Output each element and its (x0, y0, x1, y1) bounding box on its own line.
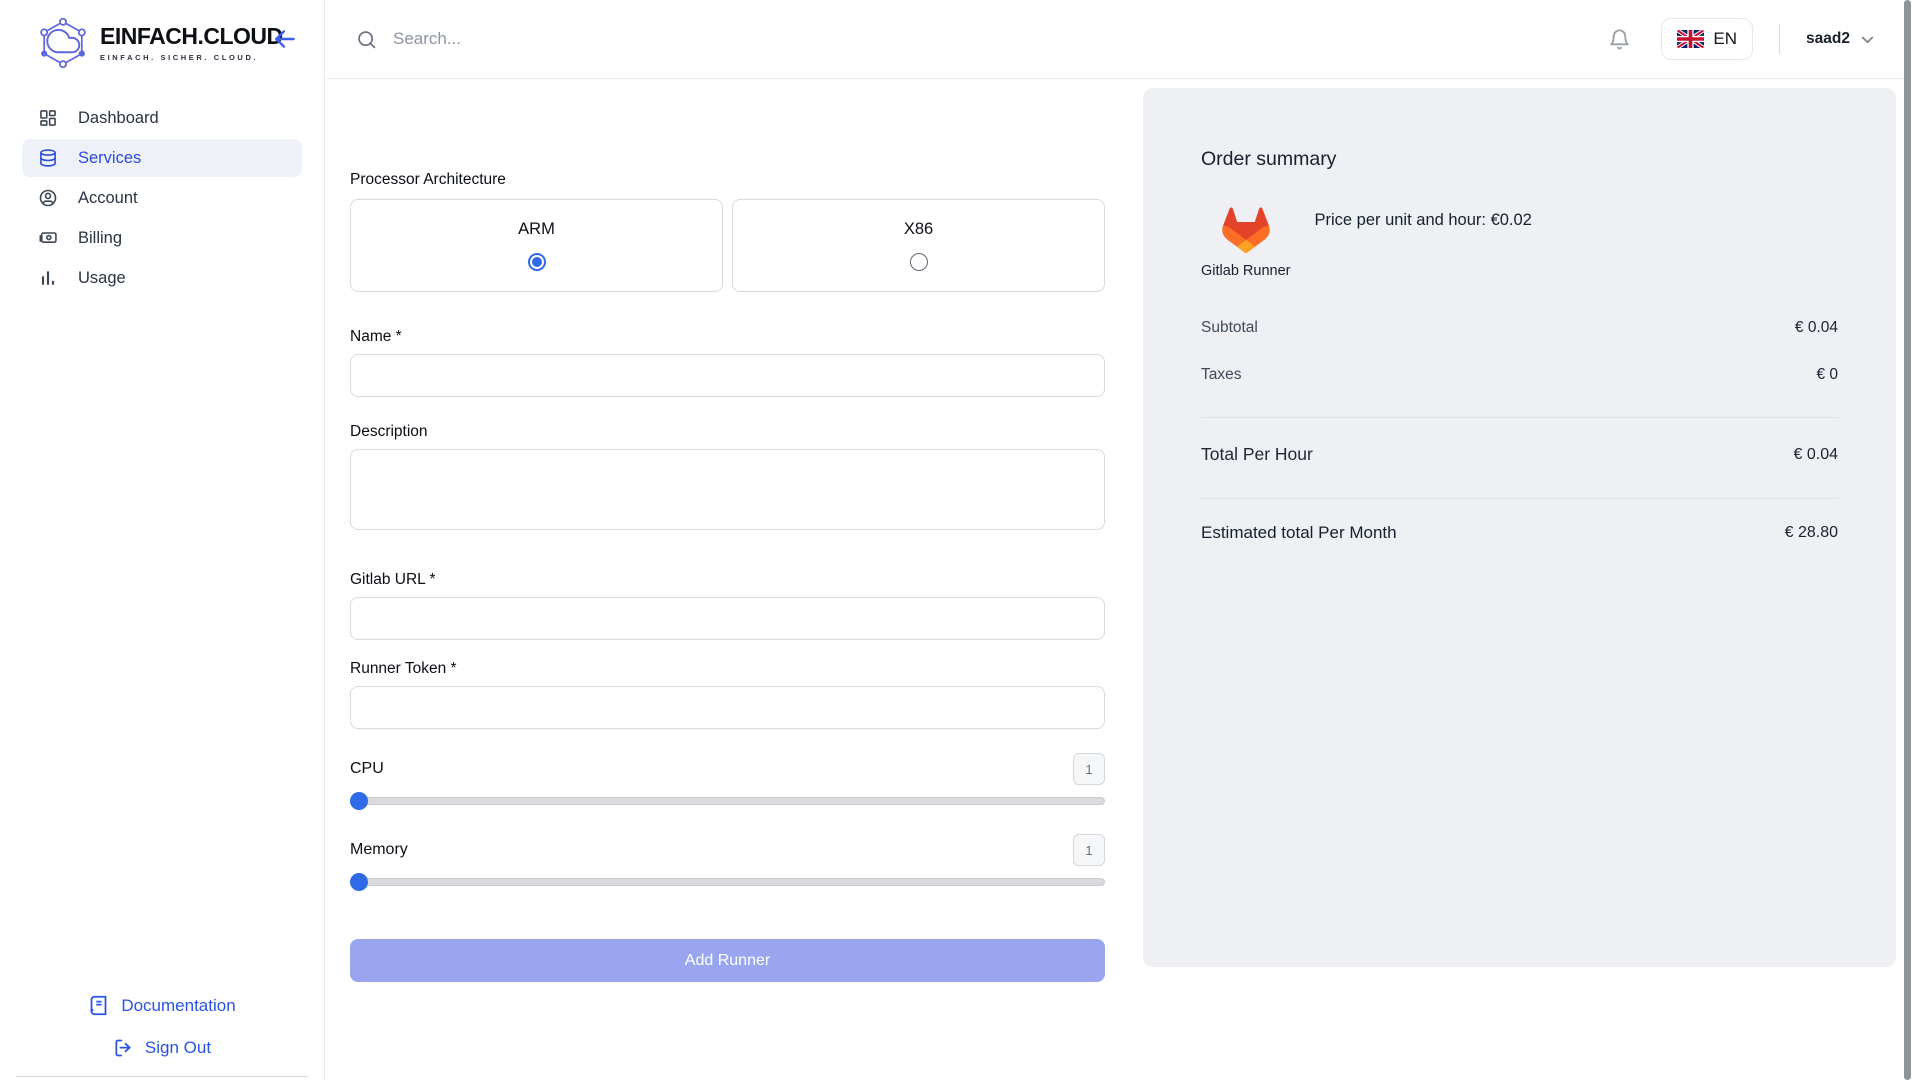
cpu-value[interactable]: 1 (1073, 753, 1105, 785)
sidebar-item-label: Services (78, 149, 141, 168)
processor-architecture-label: Processor Architecture (350, 171, 1105, 189)
cpu-row: CPU 1 (350, 753, 1105, 785)
documentation-link[interactable]: Documentation (0, 995, 324, 1016)
subtotal-value: € 0.04 (1795, 319, 1838, 337)
memory-label: Memory (350, 841, 408, 859)
name-label: Name * (350, 328, 1105, 346)
cpu-slider-track[interactable] (350, 797, 1105, 805)
price-per-unit: Price per unit and hour: €0.02 (1314, 211, 1531, 230)
gitlab-url-label: Gitlab URL * (350, 571, 1105, 589)
x86-radio[interactable] (910, 253, 928, 271)
sidebar-item-account[interactable]: Account (0, 178, 324, 218)
documentation-book-icon (88, 995, 109, 1016)
subtotal-label: Subtotal (1201, 319, 1258, 337)
arch-option-label: ARM (518, 220, 555, 239)
cpu-label: CPU (350, 760, 384, 778)
name-field[interactable] (350, 354, 1105, 397)
sidebar-item-label: Dashboard (78, 109, 159, 128)
architecture-options: ARM X86 (350, 199, 1105, 292)
sign-out-link[interactable]: Sign Out (0, 1038, 324, 1058)
documentation-label: Documentation (121, 996, 235, 1016)
description-label: Description (350, 423, 1105, 441)
add-runner-form: Processor Architecture ARM X86 Name * De… (350, 79, 1105, 982)
total-per-hour-row: Total Per Hour € 0.04 (1201, 444, 1838, 465)
topbar-divider (1779, 24, 1780, 54)
gitlab-logo-icon (1214, 199, 1278, 259)
total-per-hour-label: Total Per Hour (1201, 444, 1313, 465)
sign-out-label: Sign Out (145, 1038, 211, 1058)
search-icon (356, 29, 377, 50)
sidebar-nav: Dashboard Services Account (0, 98, 324, 298)
product-name: Gitlab Runner (1201, 263, 1290, 279)
memory-slider-track[interactable] (350, 878, 1105, 886)
product-row: Gitlab Runner Price per unit and hour: €… (1201, 199, 1838, 279)
cpu-slider[interactable] (350, 792, 1105, 810)
sidebar-item-dashboard[interactable]: Dashboard (0, 98, 324, 138)
summary-divider (1201, 498, 1838, 499)
brand-name: EINFACH.CLOUD (100, 24, 283, 48)
username: saad2 (1806, 30, 1850, 48)
taxes-row: Taxes € 0 (1201, 366, 1838, 384)
search-bar (356, 28, 1608, 50)
topbar: EN saad2 (326, 0, 1903, 79)
search-input[interactable] (391, 28, 815, 50)
scrollbar-thumb[interactable] (1904, 0, 1911, 1080)
arm-radio[interactable] (528, 253, 546, 271)
gitlab-url-field[interactable] (350, 597, 1105, 640)
user-menu[interactable]: saad2 (1806, 30, 1877, 49)
taxes-label: Taxes (1201, 366, 1242, 384)
sidebar-item-label: Account (78, 189, 138, 208)
memory-slider-thumb[interactable] (350, 873, 368, 891)
arch-option-label: X86 (904, 220, 933, 239)
sidebar-item-usage[interactable]: Usage (0, 258, 324, 298)
estimated-month-label: Estimated total Per Month (1201, 523, 1397, 543)
memory-value[interactable]: 1 (1073, 834, 1105, 866)
sidebar-item-label: Usage (78, 269, 126, 288)
account-user-icon (38, 188, 58, 208)
uk-flag-icon (1677, 30, 1704, 48)
services-database-icon (38, 148, 58, 168)
arch-option-x86[interactable]: X86 (732, 199, 1105, 292)
sign-out-icon (113, 1038, 133, 1058)
dashboard-grid-icon (38, 108, 58, 128)
language-label: EN (1713, 29, 1737, 49)
total-per-hour-value: € 0.04 (1794, 446, 1838, 464)
runner-token-label: Runner Token * (350, 660, 1105, 678)
sidebar-bottom-divider (16, 1076, 308, 1077)
language-selector[interactable]: EN (1661, 18, 1753, 60)
summary-divider (1201, 417, 1838, 418)
runner-token-field[interactable] (350, 686, 1105, 729)
brand-tagline: EINFACH. SICHER. CLOUD. (100, 53, 283, 62)
order-summary-panel: Order summary Gitlab Runner Price per un… (1143, 88, 1896, 967)
sidebar-collapse-arrow-icon[interactable] (272, 26, 298, 52)
memory-slider[interactable] (350, 873, 1105, 891)
sidebar: EINFACH.CLOUD EINFACH. SICHER. CLOUD. Da… (0, 0, 325, 1080)
brand-header: EINFACH.CLOUD EINFACH. SICHER. CLOUD. (0, 0, 324, 80)
chevron-down-icon (1858, 30, 1877, 49)
description-field[interactable] (350, 449, 1105, 530)
estimated-month-value: € 28.80 (1785, 524, 1838, 542)
usage-bar-chart-icon (38, 268, 58, 288)
notification-bell-icon[interactable] (1608, 28, 1631, 51)
sidebar-item-services[interactable]: Services (0, 138, 324, 178)
add-runner-button[interactable]: Add Runner (350, 939, 1105, 982)
cpu-slider-thumb[interactable] (350, 792, 368, 810)
billing-banknote-icon (38, 228, 58, 248)
order-summary-title: Order summary (1201, 148, 1838, 171)
arch-option-arm[interactable]: ARM (350, 199, 723, 292)
sidebar-item-label: Billing (78, 229, 122, 248)
sidebar-item-billing[interactable]: Billing (0, 218, 324, 258)
sidebar-footer: Documentation Sign Out (0, 995, 324, 1080)
subtotal-row: Subtotal € 0.04 (1201, 319, 1838, 337)
cloud-hexagon-logo-icon (36, 16, 90, 70)
summary-rows: Subtotal € 0.04 Taxes € 0 Total Per Hour… (1201, 319, 1838, 543)
estimated-month-row: Estimated total Per Month € 28.80 (1201, 523, 1838, 543)
taxes-value: € 0 (1816, 366, 1838, 384)
memory-row: Memory 1 (350, 834, 1105, 866)
